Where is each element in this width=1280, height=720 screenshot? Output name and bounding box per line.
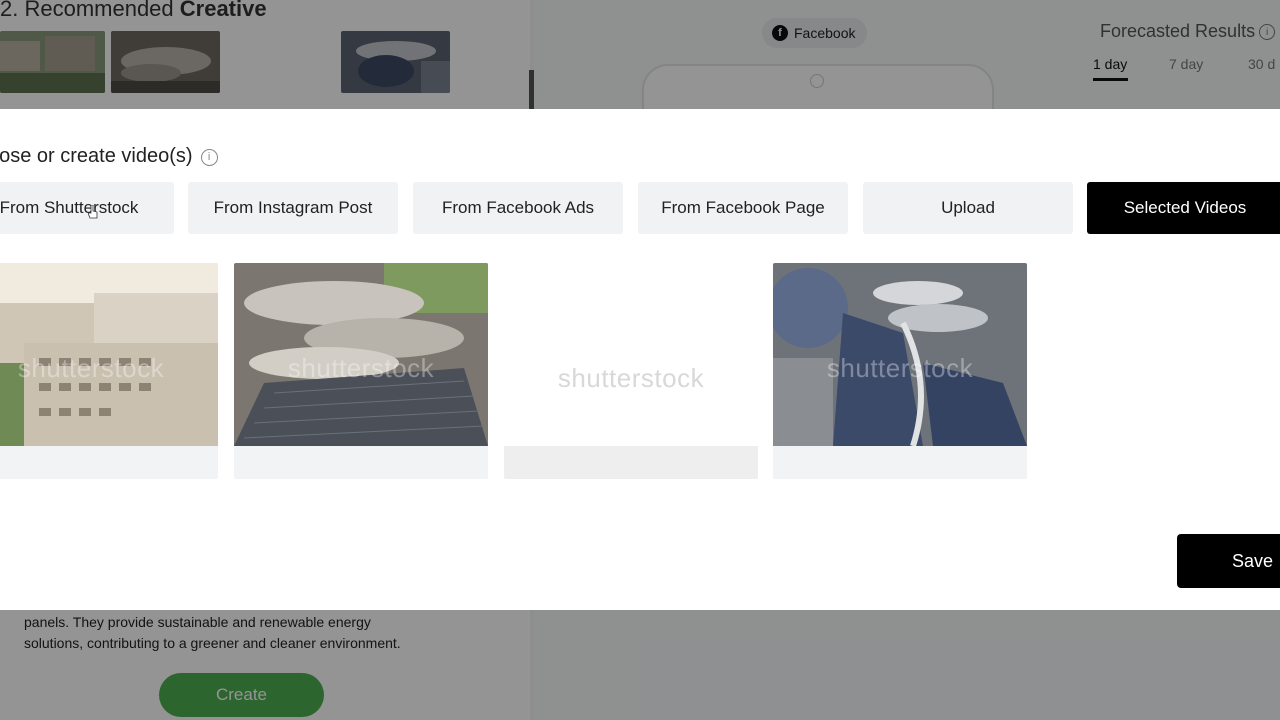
watermark-text: shutterstock: [826, 353, 974, 383]
watermark-text: shutterstock: [287, 353, 435, 383]
tab-upload[interactable]: Upload: [863, 182, 1073, 234]
hand-cursor-icon: [88, 205, 98, 219]
video-card-loading[interactable]: shutterstock: [504, 263, 758, 479]
video-picker-modal: oose or create video(s) i From Shuttersto…: [0, 109, 1280, 610]
video-card-footer: [504, 446, 758, 479]
watermark-text: shutterstock: [557, 363, 705, 393]
video-card[interactable]: shutterstock: [773, 263, 1027, 479]
video-card[interactable]: shutterstock: [0, 263, 218, 479]
video-card[interactable]: shutterstock: [234, 263, 488, 479]
save-button[interactable]: Save: [1177, 534, 1280, 588]
info-icon[interactable]: i: [200, 148, 218, 166]
tab-from-shutterstock[interactable]: From Shutterstock: [0, 182, 174, 234]
tab-from-instagram-post[interactable]: From Instagram Post: [188, 182, 398, 234]
tab-from-facebook-ads[interactable]: From Facebook Ads: [413, 182, 623, 234]
tab-selected-videos[interactable]: Selected Videos: [1087, 182, 1280, 234]
modal-title: oose or create video(s) i: [0, 145, 218, 168]
modal-title-text: oose or create video(s): [0, 145, 193, 167]
watermark-text: shutterstock: [17, 353, 165, 383]
tab-from-facebook-page[interactable]: From Facebook Page: [638, 182, 848, 234]
